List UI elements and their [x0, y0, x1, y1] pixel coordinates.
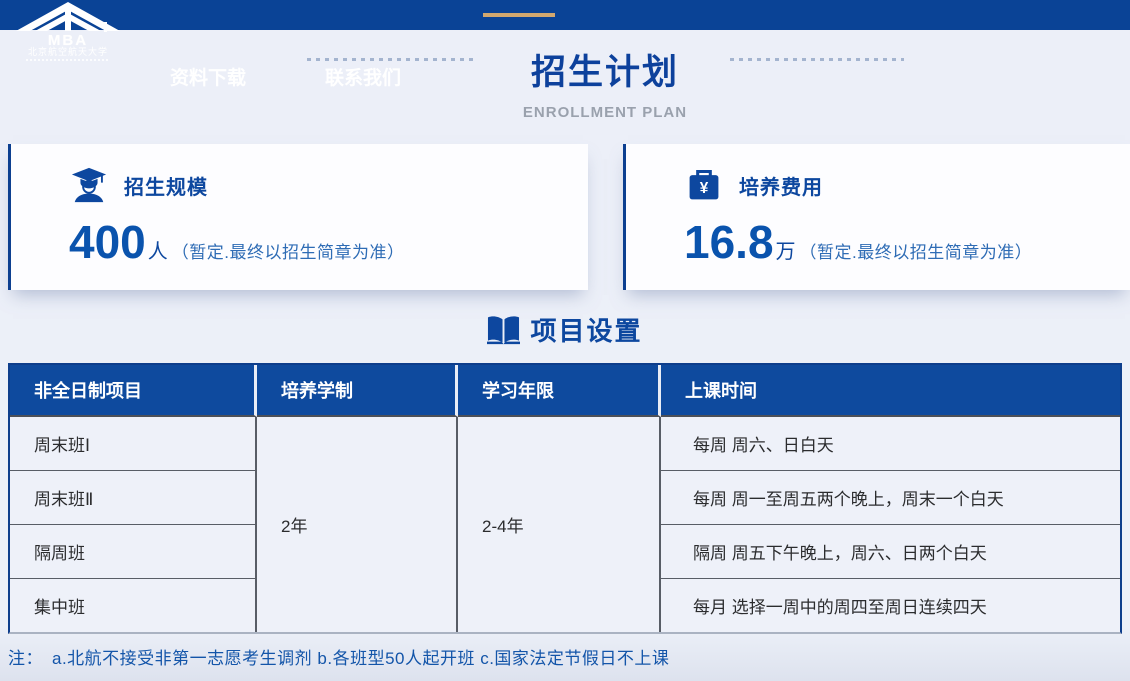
enrollment-note: （暂定.最终以招生简章为准）	[172, 238, 405, 263]
table-header-program: 非全日制项目	[10, 365, 257, 417]
enrollment-value: 400	[69, 218, 146, 266]
tuition-value: 16.8	[684, 218, 774, 266]
table-cell-schedule-3: 隔周 周五下午晚上，周六、日两个白天	[661, 525, 1120, 579]
table-header-schedule: 上课时间	[661, 365, 1120, 417]
table-cell-program-4: 集中班	[10, 579, 257, 632]
page-title: 招生计划	[455, 44, 755, 95]
enrollment-scale-card: 招生规模 400 人 （暂定.最终以招生简章为准）	[8, 144, 588, 290]
table-cell-program-3: 隔周班	[10, 525, 257, 579]
logo-subtext-decoration	[26, 59, 110, 61]
svg-text:¥: ¥	[700, 180, 709, 197]
table-cell-schedule-4: 每月 选择一周中的周四至周日连续四天	[661, 579, 1120, 632]
table-cell-program-2: 周末班Ⅱ	[10, 471, 257, 525]
tuition-note: （暂定.最终以招生简章为准）	[800, 238, 1033, 263]
tuition-fee-card: ¥ 培养费用 16.8 万 （暂定.最终以招生简章为准）	[623, 144, 1130, 290]
nav-item-contact[interactable]: 联系我们	[325, 63, 401, 90]
tuition-unit: 万	[776, 235, 796, 264]
table-cell-schedule-1: 每周 周六、日白天	[661, 417, 1120, 471]
card-title: 招生规模	[124, 171, 208, 200]
page-subtitle: ENROLLMENT PLAN	[455, 104, 755, 121]
section-title: 项目设置	[530, 311, 642, 348]
nav-item-download[interactable]: 资料下载	[170, 63, 246, 90]
table-header-years: 学习年限	[458, 365, 661, 417]
table-cell-program-1: 周末班Ⅰ	[10, 417, 257, 471]
enrollment-unit: 人	[148, 235, 168, 264]
table-header-duration: 培养学制	[257, 365, 458, 417]
card-title: 培养费用	[739, 171, 823, 200]
project-settings-heading: 项目设置	[0, 311, 1130, 348]
university-mba-logo[interactable]: MBA 北京航空航天大学	[8, 2, 128, 64]
table-cell-study-years: 2-4年	[458, 417, 661, 632]
program-table: 非全日制项目 培养学制 学习年限 上课时间 周末班Ⅰ 2年 2-4年 每周 周六…	[8, 363, 1122, 634]
logo-university-name: 北京航空航天大学	[8, 47, 128, 59]
enrollment-plan-page: MBA 北京航空航天大学 资料下载 联系我们 招生计划 ENROLLMENT P…	[0, 0, 1130, 681]
footnote: 注： a.北航不接受非第一志愿考生调剂 b.各班型50人起开班 c.国家法定节假…	[8, 644, 669, 669]
gold-dash-decoration	[483, 13, 555, 17]
graduate-icon	[69, 165, 109, 205]
dotted-line-right	[730, 58, 904, 61]
table-cell-schedule-2: 每周 周一至周五两个晚上，周末一个白天	[661, 471, 1120, 525]
table-cell-duration: 2年	[257, 417, 458, 632]
beihang-emblem-icon	[8, 2, 128, 34]
logo-mba-text: MBA	[8, 34, 128, 47]
top-bar	[0, 0, 1130, 30]
book-icon	[487, 315, 520, 345]
money-icon: ¥	[684, 165, 724, 205]
dotted-line-left	[307, 58, 477, 61]
page-heading: 招生计划 ENROLLMENT PLAN	[455, 44, 755, 121]
